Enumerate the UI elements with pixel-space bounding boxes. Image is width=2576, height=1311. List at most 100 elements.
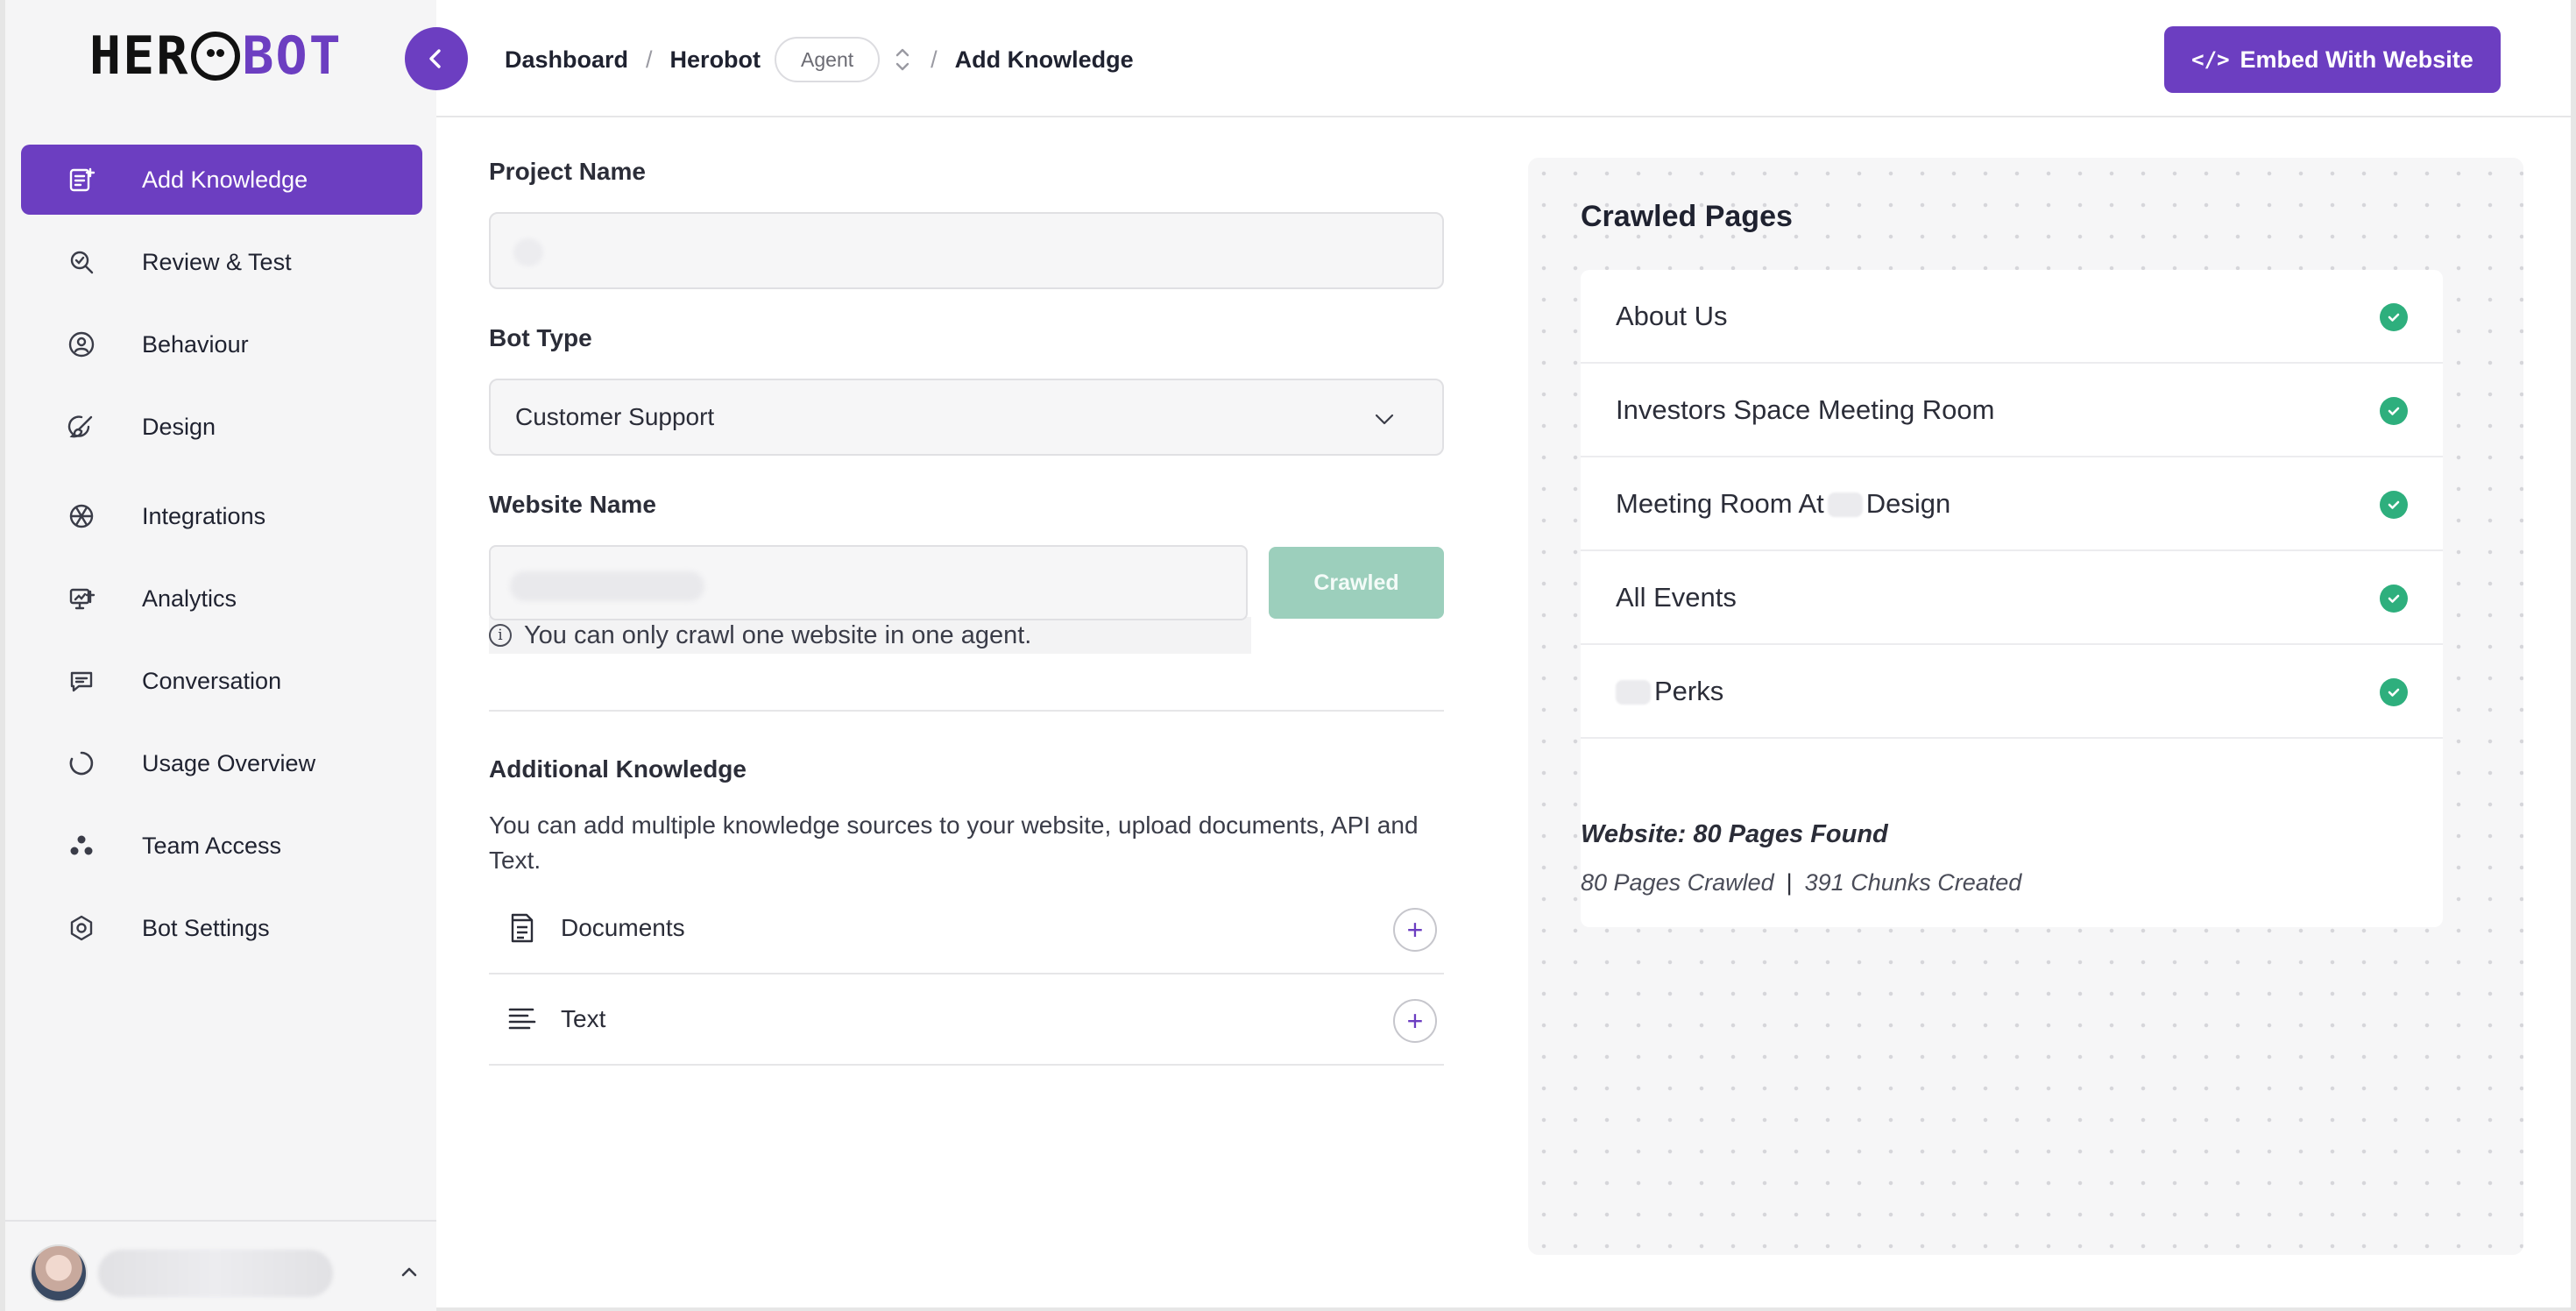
knowledge-form: Project Name Bot Type Customer Support W…: [489, 158, 1444, 1066]
text-lines-icon: [505, 1002, 540, 1037]
sidebar-item-team-access[interactable]: Team Access: [21, 811, 422, 881]
website-url-redacted: [510, 571, 704, 601]
project-name-input[interactable]: [489, 212, 1444, 289]
circle-progress-icon: [67, 748, 96, 778]
hex-gear-icon: [67, 913, 96, 943]
list-item-partial: [1581, 739, 2443, 774]
crawl-stats: 80 Pages Crawled | 391 Chunks Created: [1581, 869, 2021, 896]
sidebar-item-bot-settings[interactable]: Bot Settings: [21, 893, 422, 963]
embed-with-website-button[interactable]: </> Embed With Website: [2164, 26, 2501, 93]
check-circle-icon: [2380, 678, 2408, 706]
website-url-input[interactable]: [489, 545, 1248, 620]
sidebar-item-label: Usage Overview: [142, 749, 316, 776]
source-text[interactable]: Text +: [489, 974, 1444, 1066]
user-cog-icon: [67, 330, 96, 359]
agent-selector[interactable]: Agent: [775, 37, 881, 82]
section-divider: [489, 710, 1444, 712]
crawled-pages-panel: Crawled Pages About Us Investors Space M…: [1528, 158, 2523, 1255]
bot-type-value: Customer Support: [515, 403, 715, 430]
monitor-chart-icon: [67, 584, 96, 613]
page-name-text: Design: [1865, 487, 1951, 519]
herobot-logo: HER BOT: [89, 25, 343, 87]
redacted-word: [1827, 493, 1863, 518]
sidebar-item-label: Team Access: [142, 832, 282, 859]
logo-text-left: HER: [89, 25, 190, 87]
page-name-text: About Us: [1616, 300, 1728, 331]
stats-separator: |: [1786, 869, 1793, 896]
team-dots-icon: [67, 831, 96, 861]
page-name: About Us: [1616, 301, 1728, 332]
sidebar-item-usage-overview[interactable]: Usage Overview: [21, 728, 422, 798]
chevron-up-icon[interactable]: [396, 1258, 422, 1285]
bot-type-label: Bot Type: [489, 324, 592, 351]
crawled-button[interactable]: Crawled: [1269, 547, 1444, 619]
document-icon: [505, 911, 540, 946]
additional-knowledge-title: Additional Knowledge: [489, 755, 747, 783]
sidebar-item-label: Review & Test: [142, 248, 292, 275]
source-documents[interactable]: Documents +: [489, 883, 1444, 974]
breadcrumb-dashboard[interactable]: Dashboard: [505, 46, 628, 74]
additional-knowledge-desc: You can add multiple knowledge sources t…: [489, 811, 1419, 874]
check-circle-icon: [2380, 397, 2408, 425]
project-name-redacted: [513, 238, 543, 266]
embed-button-label: Embed With Website: [2240, 46, 2473, 73]
breadcrumb-current: Add Knowledge: [954, 46, 1134, 73]
breadcrumb-separator: /: [646, 46, 653, 73]
source-label: Text: [561, 1005, 606, 1032]
page-name-text: Investors Space Meeting Room: [1616, 393, 1995, 425]
sidebar-item-conversation[interactable]: Conversation: [21, 646, 422, 716]
updown-chevron-icon[interactable]: [892, 44, 913, 75]
list-item[interactable]: Investors Space Meeting Room: [1581, 364, 2443, 457]
website-name-label: Website Name: [489, 491, 656, 518]
collapse-sidebar-button[interactable]: [405, 27, 468, 90]
info-icon: i: [489, 624, 512, 647]
sidebar-item-add-knowledge[interactable]: Add Knowledge: [21, 145, 422, 215]
add-documents-button[interactable]: +: [1393, 908, 1437, 952]
page-name-text: Perks: [1654, 675, 1724, 706]
chat-icon: [67, 666, 96, 696]
avatar[interactable]: [30, 1244, 88, 1302]
list-item[interactable]: Perks: [1581, 645, 2443, 739]
add-note-icon: [67, 165, 96, 195]
breadcrumb: Dashboard / Herobot Agent / Add Knowledg…: [505, 37, 1134, 82]
crawled-pages-title: Crawled Pages: [1581, 200, 1793, 233]
sidebar-item-label: Conversation: [142, 667, 282, 694]
logo-text-right: BOT: [242, 25, 343, 87]
page-name: Meeting Room At Design: [1616, 488, 1950, 520]
sidebar-nav: Add Knowledge Review & Test Behaviour De…: [21, 145, 422, 975]
list-item[interactable]: Meeting Room At Design: [1581, 457, 2443, 551]
sidebar-item-label: Analytics: [142, 585, 237, 612]
sidebar-item-label: Design: [142, 413, 216, 440]
sidebar-item-integrations[interactable]: Integrations: [21, 481, 422, 551]
user-profile-bar[interactable]: [5, 1220, 436, 1311]
code-icon: </>: [2191, 47, 2230, 72]
pages-crawled: 80 Pages Crawled: [1581, 869, 1774, 896]
breadcrumb-herobot[interactable]: Herobot: [670, 46, 761, 74]
logo-face-icon: [191, 32, 241, 81]
page-name-text: All Events: [1616, 581, 1737, 613]
sidebar-item-label: Add Knowledge: [142, 166, 308, 193]
crawl-hint: i You can only crawl one website in one …: [489, 617, 1251, 654]
sidebar-item-label: Behaviour: [142, 330, 249, 358]
chunks-created: 391 Chunks Created: [1804, 869, 2022, 896]
project-name-label: Project Name: [489, 158, 646, 185]
page-name: All Events: [1616, 582, 1737, 613]
sidebar-item-behaviour[interactable]: Behaviour: [21, 309, 422, 379]
add-text-button[interactable]: +: [1393, 999, 1437, 1043]
user-name-redacted: [98, 1250, 333, 1297]
check-circle-icon: [2380, 491, 2408, 519]
check-circle-icon: [2380, 303, 2408, 331]
crawl-hint-text: You can only crawl one website in one ag…: [524, 620, 1032, 649]
source-label: Documents: [561, 914, 685, 941]
list-item[interactable]: About Us: [1581, 270, 2443, 364]
sidebar-item-review-test[interactable]: Review & Test: [21, 227, 422, 297]
sidebar-item-design[interactable]: Design: [21, 392, 422, 462]
bot-type-select[interactable]: Customer Support: [489, 379, 1444, 456]
list-item[interactable]: All Events: [1581, 551, 2443, 645]
page-name: Investors Space Meeting Room: [1616, 394, 1995, 426]
page-name-text: Meeting Room At: [1616, 487, 1824, 519]
brush-icon: [67, 412, 96, 442]
check-circle-icon: [2380, 585, 2408, 613]
sidebar-item-analytics[interactable]: Analytics: [21, 563, 422, 634]
chevron-down-icon: [1375, 414, 1394, 425]
